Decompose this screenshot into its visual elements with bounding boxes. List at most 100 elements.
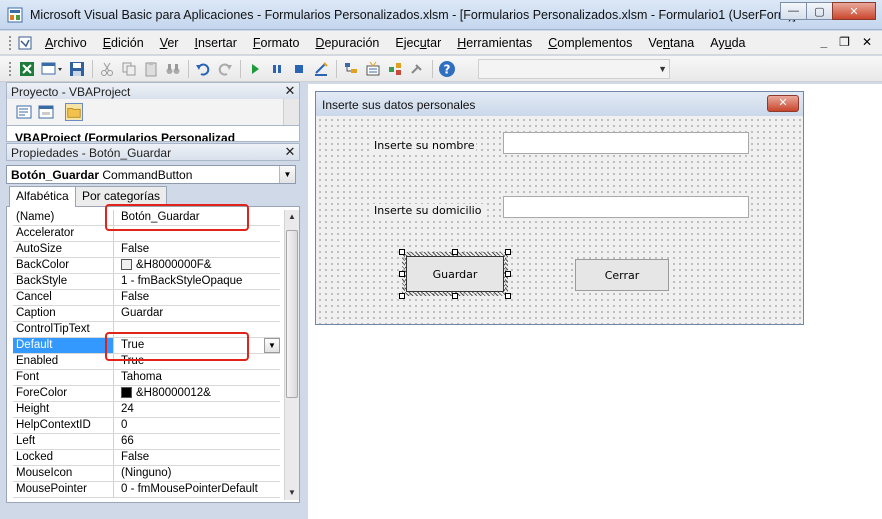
property-value[interactable]: True ▼ [115,338,280,353]
property-value[interactable]: 66 [115,434,280,449]
property-name[interactable]: BackStyle [13,274,114,289]
property-name[interactable]: Cancel [13,290,114,305]
object-selector-dropdown-icon[interactable]: ▼ [279,166,295,183]
label-address[interactable]: Inserte su domicilio [372,204,484,217]
resize-handle-n[interactable] [452,249,458,255]
properties-scrollbar-thumb[interactable] [286,230,298,398]
property-name[interactable]: Caption [13,306,114,321]
property-row[interactable]: ForeColor &H80000012& [13,386,280,402]
maximize-button[interactable]: ▢ [806,2,833,20]
property-name[interactable]: HelpContextID [13,418,114,433]
userform-close-button[interactable]: ✕ [767,95,799,112]
property-name[interactable]: Font [13,370,114,385]
toolbar-overflow-chevron-icon[interactable]: ▼ [658,64,667,74]
save-form-button[interactable]: Guardar [406,256,504,292]
menu-item-formato[interactable]: Formato [253,36,300,50]
property-row[interactable]: MouseIcon (Ninguno) [13,466,280,482]
property-row[interactable]: Font Tahoma [13,370,280,386]
scroll-up-icon[interactable]: ▲ [285,210,299,224]
userform[interactable]: Inserte sus datos personales ✕ Inserte s… [315,91,804,325]
property-row[interactable]: HelpContextID 0 [13,418,280,434]
redo-button[interactable] [216,60,234,78]
property-name[interactable]: ForeColor [13,386,114,401]
property-row[interactable]: ControlTipText [13,322,280,338]
design-mode-button[interactable] [312,60,330,78]
close-form-button[interactable]: Cerrar [575,259,669,291]
property-row[interactable]: BackStyle 1 - fmBackStyleOpaque [13,274,280,290]
property-value[interactable]: &H8000000F& [115,258,280,273]
property-row[interactable]: Height 24 [13,402,280,418]
resize-handle-s[interactable] [452,293,458,299]
reset-button[interactable] [290,60,308,78]
property-value[interactable]: Guardar [115,306,280,321]
properties-scrollbar[interactable]: ▲ ▼ [284,210,299,500]
property-row[interactable]: Left 66 [13,434,280,450]
property-name[interactable]: MouseIcon [13,466,114,481]
menu-item-herramientas[interactable]: Herramientas [457,36,532,50]
property-value[interactable]: 0 [115,418,280,433]
break-button[interactable] [268,60,286,78]
toolbox-button[interactable] [408,60,426,78]
property-value[interactable]: True [115,354,280,369]
project-scrollbar[interactable] [283,99,299,125]
mdi-close-button[interactable]: ✕ [862,35,872,49]
menu-item-ayuda[interactable]: Ayuda [710,36,745,50]
property-value[interactable]: False [115,242,280,257]
view-object-icon[interactable] [37,103,55,121]
property-value[interactable]: 24 [115,402,280,417]
project-explorer-button[interactable] [342,60,360,78]
property-name[interactable]: Accelerator [13,226,114,241]
value-dropdown-icon[interactable]: ▼ [264,338,280,353]
property-value[interactable]: False [115,450,280,465]
resize-handle-se[interactable] [505,293,511,299]
property-name[interactable]: Height [13,402,114,417]
menu-item-ventana[interactable]: Ventana [648,36,694,50]
tab-by-category[interactable]: Por categorías [75,186,168,206]
property-row[interactable]: Locked False [13,450,280,466]
property-name[interactable]: Left [13,434,114,449]
menu-item-archivo[interactable]: Archivo [45,36,87,50]
resize-handle-nw[interactable] [399,249,405,255]
menu-item-ejecutar[interactable]: Ejecutar [395,36,441,50]
insert-userform-button[interactable] [40,60,64,78]
property-value[interactable] [115,226,280,241]
property-value[interactable]: 1 - fmBackStyleOpaque [115,274,280,289]
property-value[interactable]: Tahoma [115,370,280,385]
property-name[interactable]: (Name) [13,210,114,225]
property-row[interactable]: Caption Guardar [13,306,280,322]
property-row[interactable]: Cancel False [13,290,280,306]
property-row[interactable]: Enabled True [13,354,280,370]
property-row[interactable]: AutoSize False [13,242,280,258]
copy-button[interactable] [120,60,138,78]
property-name[interactable]: MousePointer [13,482,114,497]
help-button[interactable]: ? [438,60,456,78]
textbox-address[interactable] [503,196,749,218]
project-tree-root[interactable]: VBAProject (Formularios Personalizad [15,131,235,141]
property-row[interactable]: (Name) Botón_Guardar [13,210,280,226]
property-value[interactable]: Botón_Guardar [115,210,280,225]
project-tree[interactable]: VBAProject (Formularios Personalizad [6,125,300,142]
menu-item-complementos[interactable]: Complementos [548,36,632,50]
userform-document-icon[interactable] [17,35,33,51]
scroll-down-icon[interactable]: ▼ [285,486,299,500]
cut-button[interactable] [98,60,116,78]
menu-item-depuración[interactable]: Depuración [315,36,379,50]
project-pane-close-button[interactable]: ✕ [283,84,297,98]
property-name[interactable]: Enabled [13,354,114,369]
close-window-button[interactable]: ✕ [832,2,876,20]
toggle-folders-icon[interactable] [65,103,83,121]
property-value[interactable]: &H80000012& [115,386,280,401]
property-value[interactable]: (Ninguno) [115,466,280,481]
property-value[interactable] [115,322,280,337]
menu-item-edición[interactable]: Edición [103,36,144,50]
minimize-button[interactable]: — [780,2,807,20]
menu-item-insertar[interactable]: Insertar [194,36,236,50]
property-name[interactable]: AutoSize [13,242,114,257]
property-name[interactable]: Default [13,338,114,353]
property-row[interactable]: Accelerator [13,226,280,242]
view-excel-button[interactable] [18,60,36,78]
undo-button[interactable] [194,60,212,78]
mdi-restore-button[interactable]: ❐ [839,35,850,49]
property-name[interactable]: ControlTipText [13,322,114,337]
property-value[interactable]: False [115,290,280,305]
